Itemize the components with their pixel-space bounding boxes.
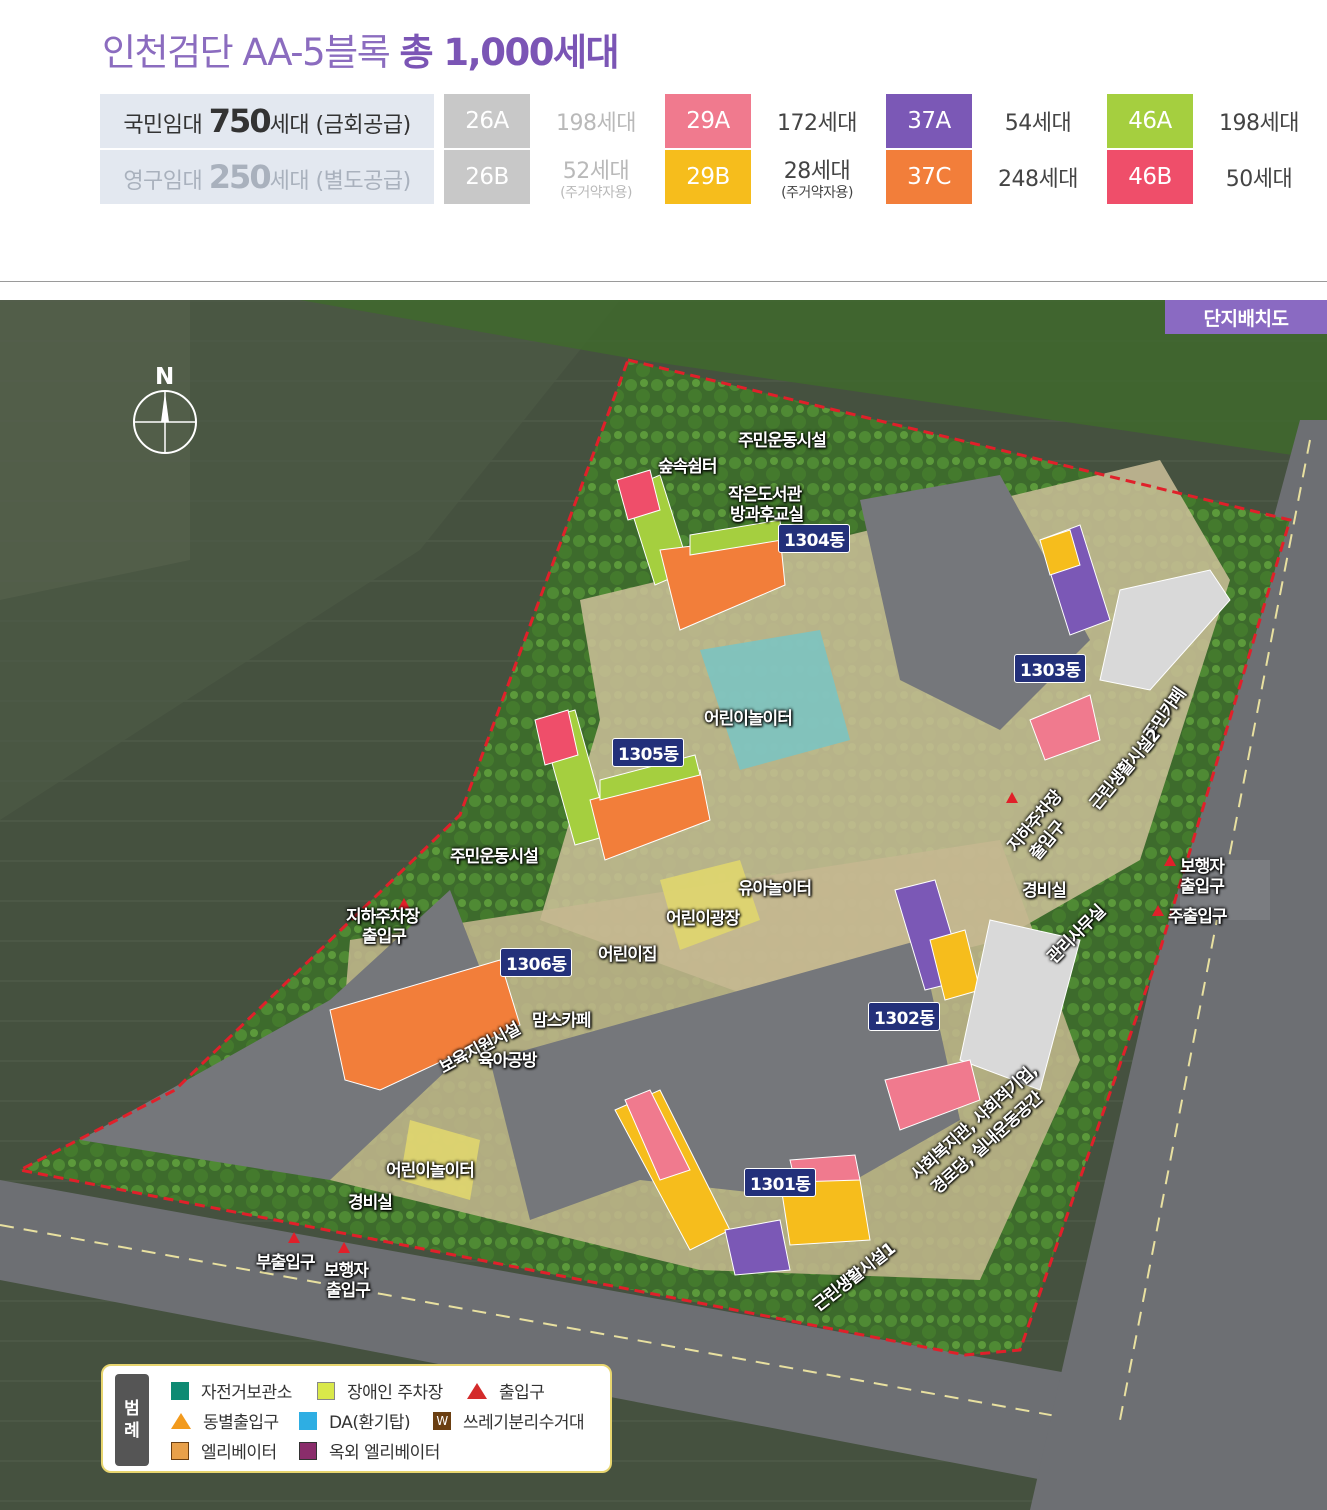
- label-childcare-workshop: 육아공방: [478, 1051, 538, 1071]
- legend-title-char: 례: [124, 1421, 140, 1441]
- recycling-station-icon: W: [433, 1411, 451, 1430]
- legend-item-elevator: 엘리베이터: [171, 1438, 277, 1463]
- legend-title-char: 범: [124, 1399, 140, 1419]
- household-count-text: 54세대: [1004, 111, 1072, 136]
- unit-type-tag: 37A: [886, 94, 972, 148]
- legend-item-entrance: 출입구: [467, 1378, 545, 1403]
- household-count-text: 172세대: [777, 111, 857, 136]
- legend-item-outdoor-elevator: 옥외 엘리베이터: [299, 1438, 440, 1463]
- site-plan-drawing: [0, 300, 1327, 1510]
- unit-household-count: 50세대: [1195, 150, 1323, 204]
- rental-label-suffix: 세대 (금회공급): [269, 113, 412, 138]
- building-1305-tag: 1305동: [612, 738, 685, 767]
- legend-label: 자전거보관소: [201, 1383, 292, 1403]
- accessible-parking-icon: [317, 1381, 335, 1400]
- ventilation-tower-icon: [299, 1411, 317, 1430]
- legend-label: 옥외 엘리베이터: [329, 1443, 440, 1463]
- household-count-text: 50세대: [1225, 167, 1293, 192]
- legend-label: 동별출입구: [203, 1413, 279, 1433]
- map-legend: 범 례 자전거보관소 장애인 주차장 출입구 동별출입구 DA(환기탑) W 쓰…: [101, 1364, 612, 1473]
- label-resident-exercise-top: 주민운동시설: [738, 431, 827, 451]
- household-count-text: 28세대: [783, 159, 851, 184]
- label-guard-office-right: 경비실: [1022, 881, 1067, 901]
- title-total-households: 총 1,000세대: [399, 31, 620, 74]
- unit-household-count: 198세대: [532, 94, 660, 148]
- rental-label-suffix: 세대 (별도공급): [269, 169, 412, 194]
- unit-type-tag: 26B: [444, 150, 530, 204]
- building-1306-tag: 1306동: [500, 948, 573, 977]
- rental-count: 750: [208, 102, 272, 140]
- outdoor-elevator-icon: [299, 1441, 317, 1460]
- legend-title: 범 례: [115, 1374, 149, 1466]
- label-guard-office-bottom: 경비실: [348, 1193, 393, 1213]
- national-rental-header: 국민임대 750세대 (금회공급): [100, 94, 434, 148]
- entrance-triangle-icon: [467, 1382, 487, 1399]
- label-playground-center: 어린이놀이터: [704, 709, 793, 729]
- building-entrance-triangle-icon: [171, 1412, 191, 1429]
- label-daycare: 어린이집: [598, 945, 658, 965]
- household-count-text: 198세대: [556, 111, 636, 136]
- north-compass: N: [131, 364, 199, 459]
- label-toddler-playground: 유아놀이터: [738, 879, 812, 899]
- label-resident-exercise-left: 주민운동시설: [450, 847, 539, 867]
- household-count-text: 248세대: [998, 167, 1078, 192]
- legend-item-accessible-parking: 장애인 주차장: [317, 1378, 443, 1403]
- permanent-rental-header: 영구임대 250세대 (별도공급): [100, 150, 434, 204]
- label-kids-square: 어린이광장: [666, 909, 740, 929]
- legend-item-ventilation-tower: DA(환기탑): [299, 1408, 411, 1433]
- label-sub-entrance: 부출입구: [256, 1253, 316, 1273]
- rental-label: 영구임대: [123, 169, 203, 194]
- title-prefix: 인천검단 AA-5블록: [102, 31, 391, 74]
- household-note-text: (주거약자용): [560, 185, 632, 201]
- page-title: 인천검단 AA-5블록 총 1,000세대: [102, 22, 620, 76]
- label-moms-cafe: 맘스카페: [532, 1011, 592, 1031]
- unit-type-tag: 37C: [886, 150, 972, 204]
- legend-label: DA(환기탑): [329, 1413, 411, 1433]
- unit-household-count: 52세대 (주거약자용): [532, 150, 660, 204]
- unit-type-tag: 29A: [665, 94, 751, 148]
- label-afterschool-class: 방과후교실: [730, 505, 804, 525]
- legend-label: 출입구: [499, 1383, 545, 1403]
- unit-household-count: 28세대 (주거약자용): [753, 150, 881, 204]
- building-1302-tag: 1302동: [868, 1002, 941, 1031]
- legend-label: 쓰레기분리수거대: [463, 1413, 585, 1433]
- label-pedestrian-right-entrance: 출입구: [1180, 877, 1225, 897]
- section-divider: [0, 281, 1327, 282]
- site-plan-map: 단지배치도 N 1304동 1305동 1303동 1306동 1302동 13…: [0, 300, 1327, 1510]
- unit-household-count: 248세대: [974, 150, 1102, 204]
- building-1303-tag: 1303동: [1014, 654, 1087, 683]
- legend-item-recycling-station: W 쓰레기분리수거대: [433, 1408, 585, 1433]
- household-note-text: (주거약자용): [781, 185, 853, 201]
- elevator-icon: [171, 1441, 189, 1460]
- rental-count: 250: [208, 158, 272, 196]
- unit-type-tag: 46B: [1107, 150, 1193, 204]
- legend-item-bike-storage: 자전거보관소: [171, 1378, 292, 1403]
- bike-storage-icon: [171, 1381, 189, 1400]
- building-1301-tag: 1301동: [744, 1168, 817, 1197]
- unit-type-tag: 26A: [444, 94, 530, 148]
- site-plan-badge: 단지배치도: [1165, 300, 1327, 334]
- unit-household-count: 198세대: [1195, 94, 1323, 148]
- building-1304-tag: 1304동: [778, 524, 851, 553]
- north-label: N: [155, 364, 175, 390]
- compass-icon: [133, 390, 197, 454]
- household-count-text: 198세대: [1219, 111, 1299, 136]
- label-underground-parking-left-entrance: 출입구: [362, 927, 407, 947]
- label-forest-shelter: 숲속쉼터: [658, 457, 718, 477]
- label-main-entrance: 주출입구: [1168, 907, 1228, 927]
- rental-label: 국민임대: [123, 113, 203, 138]
- unit-household-count: 54세대: [974, 94, 1102, 148]
- household-count-text: 52세대: [562, 159, 630, 184]
- label-pedestrian-bottom-entrance: 출입구: [326, 1281, 371, 1301]
- legend-label: 장애인 주차장: [347, 1383, 443, 1403]
- label-playground-bottom: 어린이놀이터: [386, 1161, 475, 1181]
- unit-type-tag: 46A: [1107, 94, 1193, 148]
- unit-household-count: 172세대: [753, 94, 881, 148]
- legend-item-building-entrance: 동별출입구: [171, 1408, 279, 1433]
- legend-label: 엘리베이터: [201, 1443, 277, 1463]
- unit-type-tag: 29B: [665, 150, 751, 204]
